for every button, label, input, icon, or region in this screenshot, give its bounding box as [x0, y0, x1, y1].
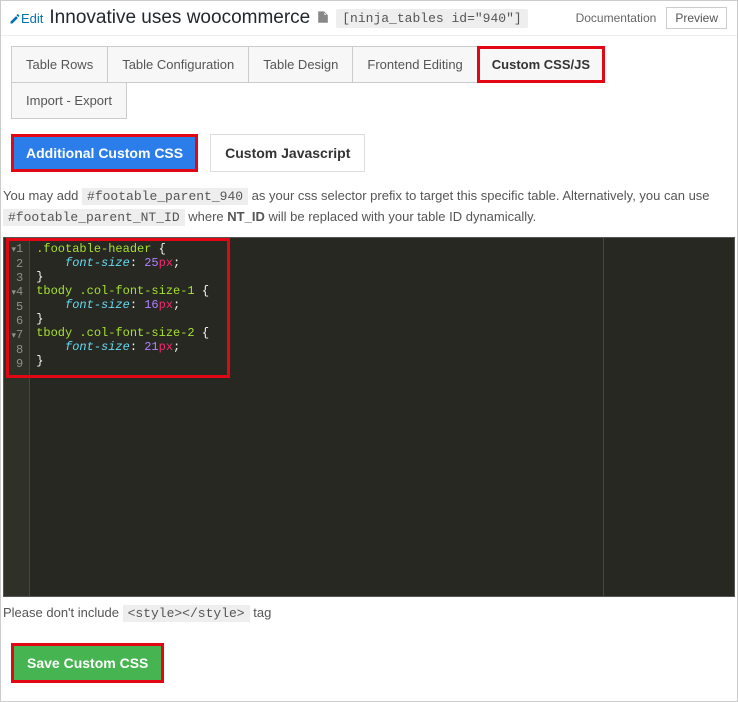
help-text: You may add #footable_parent_940 as your…: [1, 186, 737, 237]
edit-link[interactable]: Edit: [9, 11, 43, 26]
edit-label: Edit: [21, 11, 43, 26]
dynamic-selector-code: #footable_parent_NT_ID: [3, 209, 185, 226]
editor-gutter: ▾1 2 3▾4 5 6▾7 8 9: [4, 238, 30, 596]
tab-frontend-editing[interactable]: Frontend Editing: [352, 46, 477, 83]
tab-custom-css-js[interactable]: Custom CSS/JS: [477, 46, 605, 83]
tab-import-export[interactable]: Import - Export: [11, 82, 127, 119]
documentation-link[interactable]: Documentation: [576, 11, 657, 25]
tab-table-rows[interactable]: Table Rows: [11, 46, 108, 83]
subtab-custom-javascript[interactable]: Custom Javascript: [210, 134, 365, 172]
tab-table-design[interactable]: Table Design: [248, 46, 353, 83]
style-tag-code: <style></style>: [123, 605, 250, 622]
main-tabs: Table Rows Table Configuration Table Des…: [11, 46, 727, 82]
save-custom-css-button[interactable]: Save Custom CSS: [11, 643, 164, 683]
editor-separator: [603, 238, 604, 596]
css-editor[interactable]: ▾1 2 3▾4 5 6▾7 8 9 .footable-header { fo…: [3, 237, 735, 597]
shortcode-text[interactable]: [ninja_tables id="940"]: [336, 9, 527, 28]
subtab-additional-custom-css[interactable]: Additional Custom CSS: [11, 134, 198, 172]
selector-code: #footable_parent_940: [82, 188, 248, 205]
page-title: Innovative uses woocommerce: [49, 7, 310, 29]
preview-button[interactable]: Preview: [666, 7, 727, 29]
shortcode-icon: [316, 10, 330, 27]
exclude-note: Please don't include <style></style> tag: [1, 597, 737, 625]
sub-tabs: Additional Custom CSS Custom Javascript: [1, 118, 737, 186]
editor-code[interactable]: .footable-header { font-size: 25px;}tbod…: [30, 238, 734, 596]
pencil-icon: [9, 13, 21, 25]
tab-table-configuration[interactable]: Table Configuration: [107, 46, 249, 83]
